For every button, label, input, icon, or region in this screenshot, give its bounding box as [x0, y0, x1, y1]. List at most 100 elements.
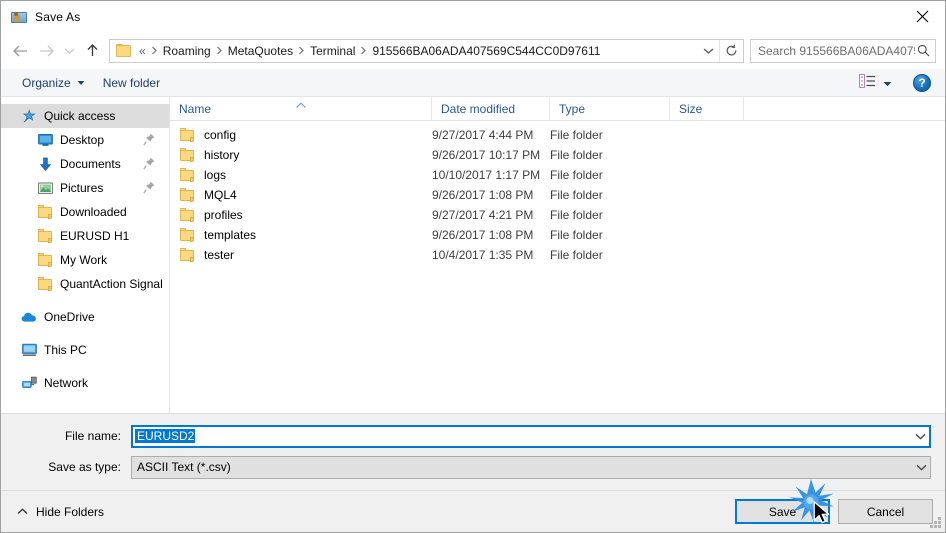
breadcrumb-item-terminal-id[interactable]: 915566BA06ADA407569C544CC0D97611: [368, 44, 604, 58]
sidebar-item-onedrive[interactable]: OneDrive: [1, 305, 169, 329]
column-header-label: Name: [179, 101, 212, 116]
address-chevron-down-icon[interactable]: [697, 40, 719, 62]
file-date-cell: 9/27/2017 4:44 PM: [432, 128, 534, 142]
file-date-cell: 9/26/2017 1:08 PM: [432, 228, 534, 242]
column-header-date-modified[interactable]: Date modified: [432, 97, 550, 120]
sidebar-item-pictures[interactable]: Pictures: [1, 176, 169, 200]
sidebar-item-this-pc[interactable]: This PC: [1, 338, 169, 362]
table-row[interactable]: profiles 9/27/2017 4:21 PM File folder: [170, 205, 945, 225]
file-type-cell: File folder: [550, 188, 603, 202]
star-pin-icon: [21, 108, 37, 124]
sidebar-item-eurusd-h1[interactable]: EURUSD H1: [1, 224, 169, 248]
file-type-cell: File folder: [550, 208, 603, 222]
address-breadcrumb-bar[interactable]: « Roaming MetaQuotes Terminal 915566BA06…: [109, 38, 744, 63]
file-name-input[interactable]: EURUSD2: [131, 424, 931, 448]
file-date-cell: 10/10/2017 1:17 PM: [432, 168, 541, 182]
file-type-cell: File folder: [550, 168, 603, 182]
pin-icon[interactable]: [143, 133, 155, 149]
search-input[interactable]: Search 915566BA06ADA40756...: [750, 38, 936, 63]
chevron-down-icon: [77, 80, 85, 86]
sidebar-item-label: OneDrive: [44, 310, 95, 324]
organize-button[interactable]: Organize: [15, 72, 92, 94]
chevron-down-icon[interactable]: [913, 464, 930, 471]
close-icon[interactable]: [899, 1, 945, 32]
folder-icon: [179, 188, 195, 202]
documents-download-icon: [37, 156, 53, 172]
sidebar-item-network[interactable]: Network: [1, 371, 169, 395]
table-row[interactable]: tester 10/4/2017 1:35 PM File folder: [170, 245, 945, 265]
file-name-cell: profiles: [170, 208, 432, 222]
column-header-type[interactable]: Type: [550, 97, 670, 120]
table-row[interactable]: config 9/27/2017 4:44 PM File folder: [170, 125, 945, 145]
file-type-cell: File folder: [550, 248, 603, 262]
folder-icon: [179, 228, 195, 242]
column-header-size[interactable]: Size: [670, 97, 744, 120]
chevron-down-icon[interactable]: [912, 433, 929, 440]
column-header-name[interactable]: Name: [170, 97, 432, 120]
folder-icon: [37, 276, 53, 292]
breadcrumb-item-roaming[interactable]: Roaming: [159, 44, 215, 58]
file-name-cell: config: [170, 128, 432, 142]
pin-icon[interactable]: [143, 181, 155, 197]
table-row[interactable]: history 9/26/2017 10:17 PM File folder: [170, 145, 945, 165]
resize-grip[interactable]: [929, 516, 942, 529]
file-date-cell: 9/27/2017 4:21 PM: [432, 208, 534, 222]
save-button[interactable]: Save: [735, 499, 830, 524]
cancel-button[interactable]: Cancel: [838, 499, 933, 524]
sidebar-item-quantaction-signal[interactable]: QuantAction Signal: [1, 272, 169, 296]
table-row[interactable]: MQL4 9/26/2017 1:08 PM File folder: [170, 185, 945, 205]
refresh-icon[interactable]: [719, 39, 743, 62]
save-as-type-value: ASCII Text (*.csv): [137, 460, 231, 474]
breadcrumb-separator: [359, 46, 368, 55]
new-folder-label: New folder: [102, 75, 161, 90]
navigation-pane: Quick access Desktop Documents Pictures …: [1, 97, 170, 413]
window-title: Save As: [35, 9, 81, 24]
file-name-label: MQL4: [204, 188, 237, 202]
hide-folders-button[interactable]: Hide Folders: [13, 505, 104, 519]
folder-icon: [179, 128, 195, 142]
folder-icon: [116, 44, 132, 57]
breadcrumb-overflow[interactable]: «: [137, 44, 150, 58]
dialog-body: Quick access Desktop Documents Pictures …: [1, 97, 945, 413]
pin-icon[interactable]: [143, 157, 155, 173]
column-header-label: Type: [559, 101, 586, 116]
organize-label: Organize: [22, 75, 71, 90]
sidebar-item-label: Desktop: [60, 133, 105, 147]
view-layout-button[interactable]: [856, 72, 895, 94]
chevron-up-icon: [17, 508, 28, 515]
forward-arrow-icon: [33, 38, 59, 64]
back-arrow-icon[interactable]: [7, 38, 33, 64]
save-as-type-row: Save as type: ASCII Text (*.csv): [15, 455, 931, 479]
folder-icon: [37, 252, 53, 268]
breadcrumb: « Roaming MetaQuotes Terminal 915566BA06…: [137, 44, 697, 58]
cancel-button-label: Cancel: [866, 504, 905, 519]
new-folder-button[interactable]: New folder: [96, 72, 167, 94]
breadcrumb-item-metaquotes[interactable]: MetaQuotes: [224, 44, 297, 58]
table-row[interactable]: templates 9/26/2017 1:08 PM File folder: [170, 225, 945, 245]
up-arrow-icon[interactable]: [79, 38, 105, 64]
help-button[interactable]: ?: [913, 73, 931, 92]
sidebar-item-desktop[interactable]: Desktop: [1, 128, 169, 152]
sidebar-item-label: This PC: [44, 343, 87, 357]
save-as-type-label: Save as type:: [48, 460, 121, 474]
file-name-cell: templates: [170, 228, 432, 242]
chevron-down-icon: [883, 76, 892, 90]
sidebar-item-label: Pictures: [60, 181, 104, 195]
sidebar-item-my-work[interactable]: My Work: [1, 248, 169, 272]
sidebar-item-quick-access[interactable]: Quick access: [1, 104, 169, 128]
sidebar-item-label: My Work: [60, 253, 108, 267]
search-placeholder: Search 915566BA06ADA40756...: [758, 43, 915, 58]
title-bar: Save As: [1, 1, 945, 32]
help-label: ?: [918, 75, 926, 90]
sidebar-item-documents[interactable]: Documents: [1, 152, 169, 176]
save-as-folder-person-icon: [11, 9, 27, 25]
save-as-type-select[interactable]: ASCII Text (*.csv): [131, 455, 931, 479]
table-row[interactable]: logs 10/10/2017 1:17 PM File folder: [170, 165, 945, 185]
folder-icon: [179, 168, 195, 182]
sidebar-item-downloaded[interactable]: Downloaded: [1, 200, 169, 224]
breadcrumb-item-terminal[interactable]: Terminal: [306, 44, 359, 58]
save-form: File name: EURUSD2 Save as type: ASCII T…: [1, 413, 945, 490]
